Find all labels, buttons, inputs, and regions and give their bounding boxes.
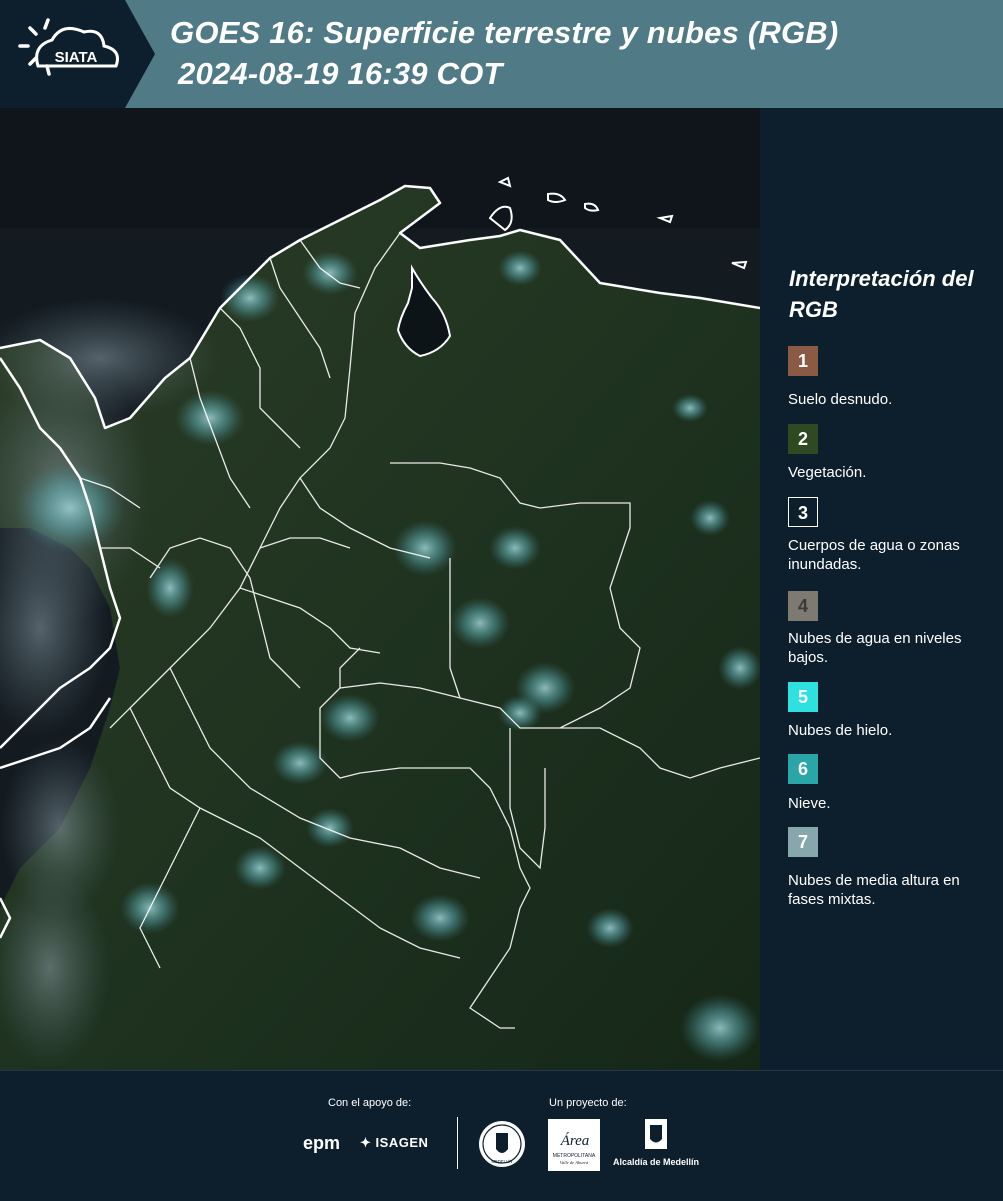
legend-swatch-4: 4: [788, 591, 818, 621]
epm-logo: epm: [303, 1133, 341, 1153]
legend-label-1: Suelo desnudo.: [788, 391, 893, 408]
header-bar: SIATA GOES 16: Superficie terrestre y nu…: [0, 0, 1003, 108]
legend-label-3: Cuerpos de agua o zonas inundadas.: [788, 537, 960, 573]
support-label: Con el apoyo de:: [328, 1097, 412, 1109]
footer-divider: [457, 1117, 458, 1169]
isagen-logo: ✦ ISAGEN: [360, 1135, 428, 1151]
svg-text:Valle de Aburrá: Valle de Aburrá: [560, 1160, 589, 1165]
legend-number: 3: [797, 503, 808, 523]
svg-text:Área: Área: [560, 1132, 590, 1149]
legend-swatch-2: 2: [788, 424, 818, 454]
legend-title: Interpretación del RGB: [789, 266, 974, 322]
legend-number: 1: [797, 351, 808, 371]
legend-number: 4: [797, 596, 808, 616]
siata-logo-text: SIATA: [55, 49, 98, 66]
isagen-mark-icon: ✦: [360, 1135, 372, 1150]
medellin-seal-logo: MEDELLÍN: [477, 1119, 527, 1169]
legend-label-2: Vegetación.: [788, 464, 867, 481]
alcaldia-medellin-logo: Alcaldía de Medellín: [610, 1119, 702, 1171]
area-metropolitana-logo: Área METROPOLITANA Valle de Aburrá: [548, 1119, 600, 1171]
legend-number: 7: [797, 832, 808, 852]
timestamp-title: 2024-08-19 16:39 COT: [178, 56, 503, 91]
legend-number: 5: [797, 687, 808, 707]
legend-swatch-3: 3: [788, 497, 818, 527]
legend-panel: Interpretación del RGB 1 Suelo desnudo. …: [760, 108, 1003, 1070]
svg-text:METROPOLITANA: METROPOLITANA: [553, 1153, 596, 1159]
legend-swatch-6: 6: [788, 754, 818, 784]
legend-number: 6: [797, 759, 808, 779]
svg-text:MEDELLÍN: MEDELLÍN: [492, 1159, 513, 1164]
legend-number: 2: [797, 429, 808, 449]
legend-swatch-7: 7: [788, 827, 818, 857]
legend-swatch-1: 1: [788, 346, 818, 376]
legend-label-4: Nubes de agua en niveles bajos.: [788, 630, 962, 666]
legend-label-5: Nubes de hielo.: [788, 722, 893, 739]
satellite-map: [0, 108, 760, 1070]
legend-swatch-5: 5: [788, 682, 818, 712]
svg-text:Alcaldía de Medellín: Alcaldía de Medellín: [613, 1157, 699, 1167]
isagen-text: ISAGEN: [375, 1135, 429, 1150]
page-title: GOES 16: Superficie terrestre y nubes (R…: [170, 15, 839, 50]
project-label: Un proyecto de:: [549, 1097, 627, 1109]
legend-label-6: Nieve.: [788, 795, 831, 812]
siata-logo: SIATA: [0, 0, 155, 108]
legend-label-7: Nubes de media altura en fases mixtas.: [788, 872, 960, 908]
footer: Con el apoyo de: Un proyecto de: epm ✦ I…: [0, 1070, 1003, 1201]
